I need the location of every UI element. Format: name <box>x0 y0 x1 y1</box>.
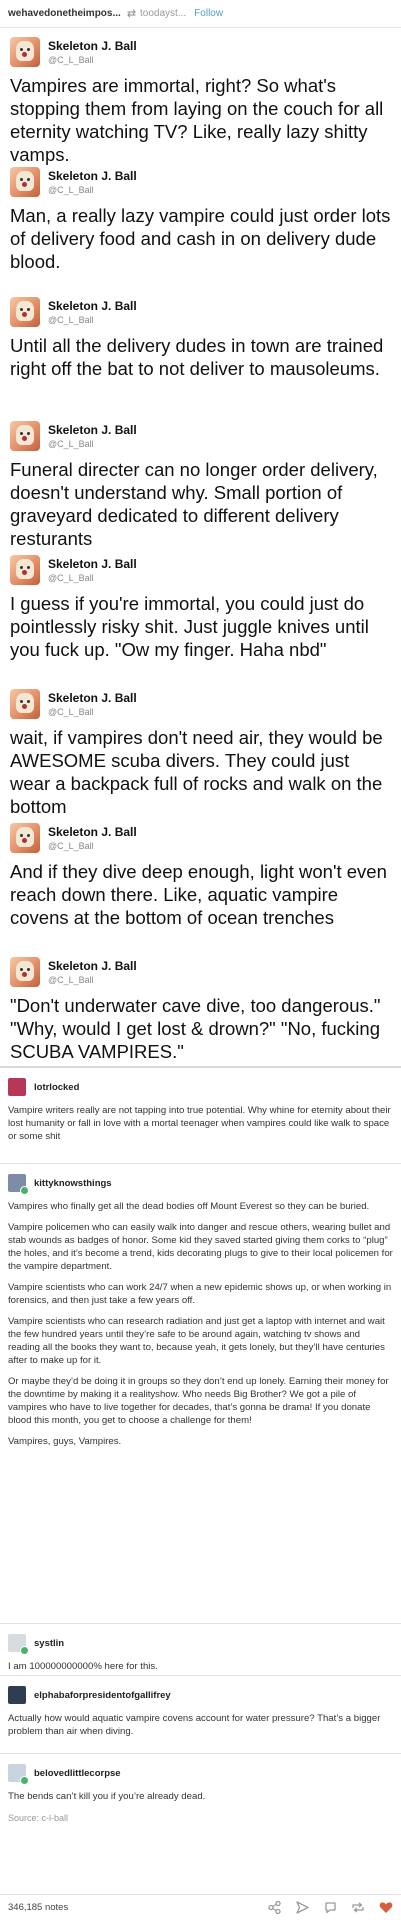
follow-badge-icon <box>20 1776 29 1785</box>
avatar <box>10 555 40 585</box>
tweet-text: wait, if vampires don't need air, they w… <box>10 727 383 817</box>
follow-button[interactable]: Follow <box>194 8 223 19</box>
tweet-text: "Don't underwater cave dive, too dangero… <box>10 995 381 1062</box>
avatar[interactable] <box>8 1686 26 1704</box>
tweet-author-name: Skeleton J. Ball <box>48 959 137 973</box>
tweet: Skeleton J. Ball @C_L_Ball Vampires are i… <box>0 28 401 165</box>
tweet-author-name: Skeleton J. Ball <box>48 557 137 571</box>
tweet-text: Funeral directer can no longer order del… <box>10 459 378 549</box>
reblog-paragraph: Vampire scientists who can work 24/7 whe… <box>8 1282 392 1306</box>
tweet-author-name: Skeleton J. Ball <box>48 299 137 313</box>
reblog-icon[interactable] <box>351 1901 365 1915</box>
note-count[interactable]: 346,185 notes <box>8 1902 267 1913</box>
tweet-author-handle: @C_L_Ball <box>48 573 94 583</box>
tweet-author-handle: @C_L_Ball <box>48 55 94 65</box>
reblog-paragraph: Vampires, guys, Vampires. <box>8 1436 122 1447</box>
tweet: Skeleton J. Ball @C_L_Ball "Don't underwa… <box>0 948 401 1062</box>
reblog-entry: elphabaforpresidentofgallifrey Actually … <box>0 1676 401 1754</box>
avatar <box>10 297 40 327</box>
reblog-entry: lotrlocked Vampire writers really are no… <box>0 1068 401 1164</box>
reblog-paragraph: Actually how would aquatic vampire coven… <box>8 1713 381 1737</box>
tweet-text: Until all the delivery dudes in town are… <box>10 335 384 379</box>
tweet-author-handle: @C_L_Ball <box>48 707 94 717</box>
reblog-paragraph: Vampires who finally get all the dead bo… <box>8 1201 370 1212</box>
reblog-icon: ⇄ <box>126 8 137 20</box>
reblogger-name[interactable]: systlin <box>34 1638 64 1649</box>
avatar <box>10 421 40 451</box>
reply-icon[interactable] <box>323 1901 337 1915</box>
source-blog[interactable]: toodayst... <box>140 8 186 19</box>
reblog-paragraph: Vampire scientists who can research radi… <box>8 1316 385 1366</box>
tweet-author-handle: @C_L_Ball <box>48 439 94 449</box>
tweet-author-handle: @C_L_Ball <box>48 841 94 851</box>
tweet-author-name: Skeleton J. Ball <box>48 825 137 839</box>
post-footer: 346,185 notes <box>0 1894 401 1920</box>
reblog-paragraph: Vampire policemen who can easily walk in… <box>8 1222 393 1272</box>
tweet-author-name: Skeleton J. Ball <box>48 423 137 437</box>
avatar <box>10 957 40 987</box>
follow-badge-icon <box>20 1646 29 1655</box>
tweet-author-name: Skeleton J. Ball <box>48 39 137 53</box>
tweet-author-name: Skeleton J. Ball <box>48 691 137 705</box>
tweet: Skeleton J. Ball @C_L_Ball I guess if you… <box>0 546 401 680</box>
avatar[interactable] <box>8 1174 29 1195</box>
tweet: Skeleton J. Ball @C_L_Ball Funeral direct… <box>0 412 401 549</box>
reblog-chain: lotrlocked Vampire writers really are no… <box>0 1066 401 1831</box>
tweet: Skeleton J. Ball @C_L_Ball And if they di… <box>0 814 401 948</box>
avatar[interactable] <box>8 1764 29 1785</box>
follow-badge-icon <box>20 1186 29 1195</box>
tweet-text: I guess if you're immortal, you could ju… <box>10 593 369 660</box>
post-source[interactable]: Source: c-l-ball <box>0 1811 401 1831</box>
avatar[interactable] <box>8 1078 26 1096</box>
reblogger-name[interactable]: lotrlocked <box>34 1082 79 1093</box>
blog-username[interactable]: wehavedonetheimpos... <box>8 8 121 19</box>
reblogger-name[interactable]: belovedlittlecorpse <box>34 1768 121 1779</box>
tweet-text: Vampires are immortal, right? So what's … <box>10 75 384 165</box>
share-icon[interactable] <box>267 1901 281 1915</box>
tweet-thread: Skeleton J. Ball @C_L_Ball Vampires are i… <box>0 28 401 1062</box>
reblog-paragraph: I am 100000000000% here for this. <box>8 1661 158 1672</box>
tweet-author-handle: @C_L_Ball <box>48 315 94 325</box>
tweet-author-name: Skeleton J. Ball <box>48 169 137 183</box>
avatar <box>10 689 40 719</box>
reblog-entry: systlin I am 100000000000% here for this… <box>0 1624 401 1676</box>
tweet: Skeleton J. Ball @C_L_Ball Man, a really … <box>0 158 401 288</box>
tweet-text: And if they dive deep enough, light won'… <box>10 861 387 928</box>
reblog-paragraph: Vampire writers really are not tapping i… <box>8 1105 391 1142</box>
tweet-text: Man, a really lazy vampire could just or… <box>10 205 391 272</box>
tweet-author-handle: @C_L_Ball <box>48 975 94 985</box>
reblog-entry: kittyknowsthings Vampires who finally ge… <box>0 1164 401 1624</box>
reblog-entry: belovedlittlecorpse The bends can’t kill… <box>0 1754 401 1811</box>
reblogger-name[interactable]: elphabaforpresidentofgallifrey <box>34 1690 171 1701</box>
post-header: wehavedonetheimpos... ⇄ toodayst... Foll… <box>0 0 401 28</box>
avatar <box>10 823 40 853</box>
tweet-author-handle: @C_L_Ball <box>48 185 94 195</box>
tweet: Skeleton J. Ball @C_L_Ball Until all the … <box>0 288 401 412</box>
avatar <box>10 167 40 197</box>
reblog-paragraph: Or maybe they’d be doing it in groups so… <box>8 1376 389 1426</box>
like-icon[interactable] <box>379 1901 393 1915</box>
reblogger-name[interactable]: kittyknowsthings <box>34 1178 112 1189</box>
send-icon[interactable] <box>295 1901 309 1915</box>
tweet: Skeleton J. Ball @C_L_Ball wait, if vampi… <box>0 680 401 817</box>
reblog-paragraph: The bends can’t kill you if you’re alrea… <box>8 1791 206 1802</box>
avatar[interactable] <box>8 1634 29 1655</box>
avatar <box>10 37 40 67</box>
